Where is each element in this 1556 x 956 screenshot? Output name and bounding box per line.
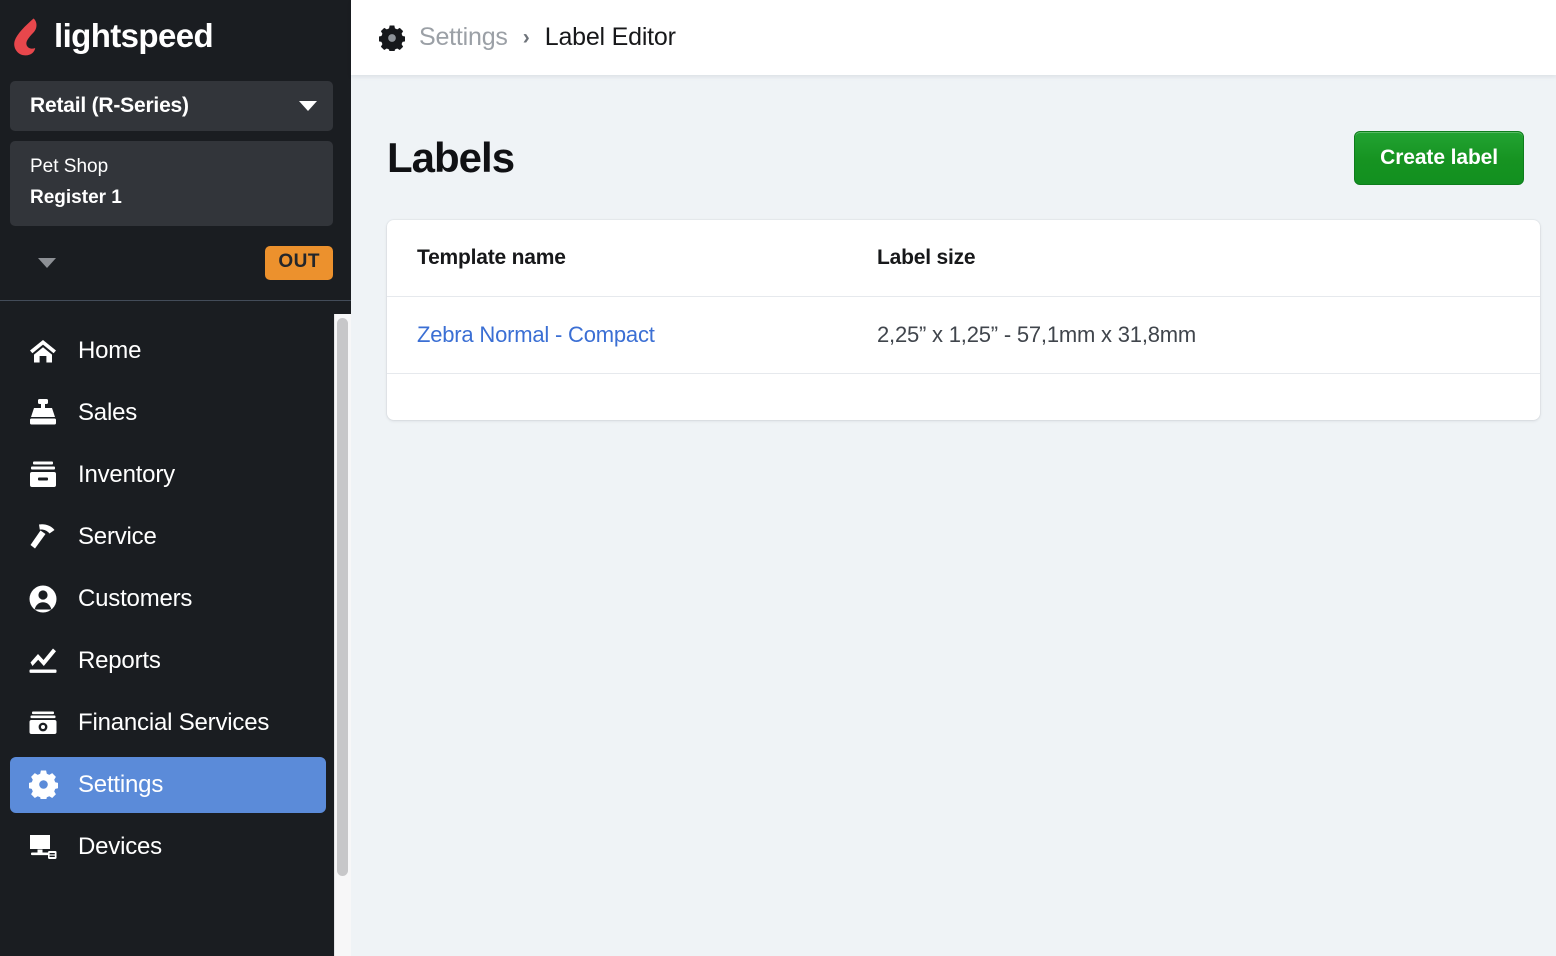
register-name: Register 1 [30, 182, 333, 213]
table-body: Zebra Normal - Compact 2,25” x 1,25” - 5… [387, 297, 1540, 420]
account-selector[interactable]: Retail (R-Series) [10, 81, 333, 131]
home-icon [28, 336, 58, 366]
sidebar-item-label: Devices [78, 833, 162, 861]
column-header-template-name[interactable]: Template name [387, 220, 847, 297]
sidebar-item-label: Service [78, 523, 157, 551]
lightspeed-flame-logo-icon [12, 17, 46, 57]
table-footer-cell-left [387, 374, 847, 420]
page-title: Labels [387, 137, 514, 179]
expand-chevron-down-icon[interactable] [38, 258, 56, 268]
labels-table: Template name Label size Zebra Normal - … [387, 220, 1540, 420]
sidebar-item-sales[interactable]: Sales [10, 385, 326, 441]
chart-line-icon [28, 646, 58, 676]
sidebar-item-settings[interactable]: Settings [10, 757, 326, 813]
sidebar-item-label: Reports [78, 647, 161, 675]
sidebar-nav: Home Sales [0, 301, 351, 956]
table-footer-cell-right [847, 374, 1540, 420]
sidebar-item-label: Sales [78, 399, 137, 427]
chevron-down-icon [299, 101, 317, 111]
table-footer-row [387, 374, 1540, 420]
sidebar-scrollbar-thumb[interactable] [337, 318, 348, 876]
sidebar-item-devices[interactable]: Devices [10, 819, 326, 875]
sidebar-item-label: Home [78, 337, 141, 365]
page-header: Labels Create label [351, 75, 1540, 185]
brand-name: lightspeed [54, 19, 213, 55]
money-icon [28, 708, 58, 738]
app-root: lightspeed Retail (R-Series) Pet Shop Re… [0, 0, 1556, 956]
user-icon [28, 584, 58, 614]
sidebar-header: lightspeed Retail (R-Series) Pet Shop Re… [0, 0, 351, 300]
cell-label-size: 2,25” x 1,25” - 57,1mm x 31,8mm [847, 297, 1540, 374]
sidebar: lightspeed Retail (R-Series) Pet Shop Re… [0, 0, 351, 956]
breadcrumb: Settings › Label Editor [419, 23, 676, 52]
breadcrumb-current-label-editor: Label Editor [545, 23, 676, 52]
sidebar-item-label: Financial Services [78, 709, 269, 737]
sidebar-item-service[interactable]: Service [10, 509, 326, 565]
sidebar-item-financial-services[interactable]: Financial Services [10, 695, 326, 751]
hammer-icon [28, 522, 58, 552]
clock-out-button[interactable]: OUT [265, 246, 333, 280]
page-content: Labels Create label Template name Label … [351, 75, 1556, 956]
brand-logo[interactable]: lightspeed [0, 0, 351, 74]
sidebar-item-reports[interactable]: Reports [10, 633, 326, 689]
table-head: Template name Label size [387, 220, 1540, 297]
table-row[interactable]: Zebra Normal - Compact 2,25” x 1,25” - 5… [387, 297, 1540, 374]
shop-name: Pet Shop [30, 151, 333, 182]
sidebar-item-customers[interactable]: Customers [10, 571, 326, 627]
template-name-link[interactable]: Zebra Normal - Compact [417, 322, 655, 347]
main-area: Settings › Label Editor Labels Create la… [351, 0, 1556, 956]
status-row: OUT [0, 226, 351, 300]
monitor-icon [28, 832, 58, 862]
box-icon [28, 460, 58, 490]
shop-register-box[interactable]: Pet Shop Register 1 [10, 141, 333, 226]
breadcrumb-separator-icon: › [521, 26, 532, 50]
sidebar-item-label: Customers [78, 585, 192, 613]
create-label-button[interactable]: Create label [1354, 131, 1524, 185]
topbar: Settings › Label Editor [351, 0, 1556, 75]
sidebar-item-label: Inventory [78, 461, 175, 489]
column-header-label-size[interactable]: Label size [847, 220, 1540, 297]
cell-template-name: Zebra Normal - Compact [387, 297, 847, 374]
breadcrumb-link-settings[interactable]: Settings [419, 23, 508, 52]
sidebar-item-inventory[interactable]: Inventory [10, 447, 326, 503]
register-icon [28, 398, 58, 428]
sidebar-item-home[interactable]: Home [10, 323, 326, 379]
labels-table-card: Template name Label size Zebra Normal - … [387, 220, 1540, 420]
account-selector-value: Retail (R-Series) [30, 94, 189, 118]
gear-icon [379, 25, 405, 51]
sidebar-item-label: Settings [78, 771, 163, 799]
gear-icon [28, 770, 58, 800]
table-header-row: Template name Label size [387, 220, 1540, 297]
